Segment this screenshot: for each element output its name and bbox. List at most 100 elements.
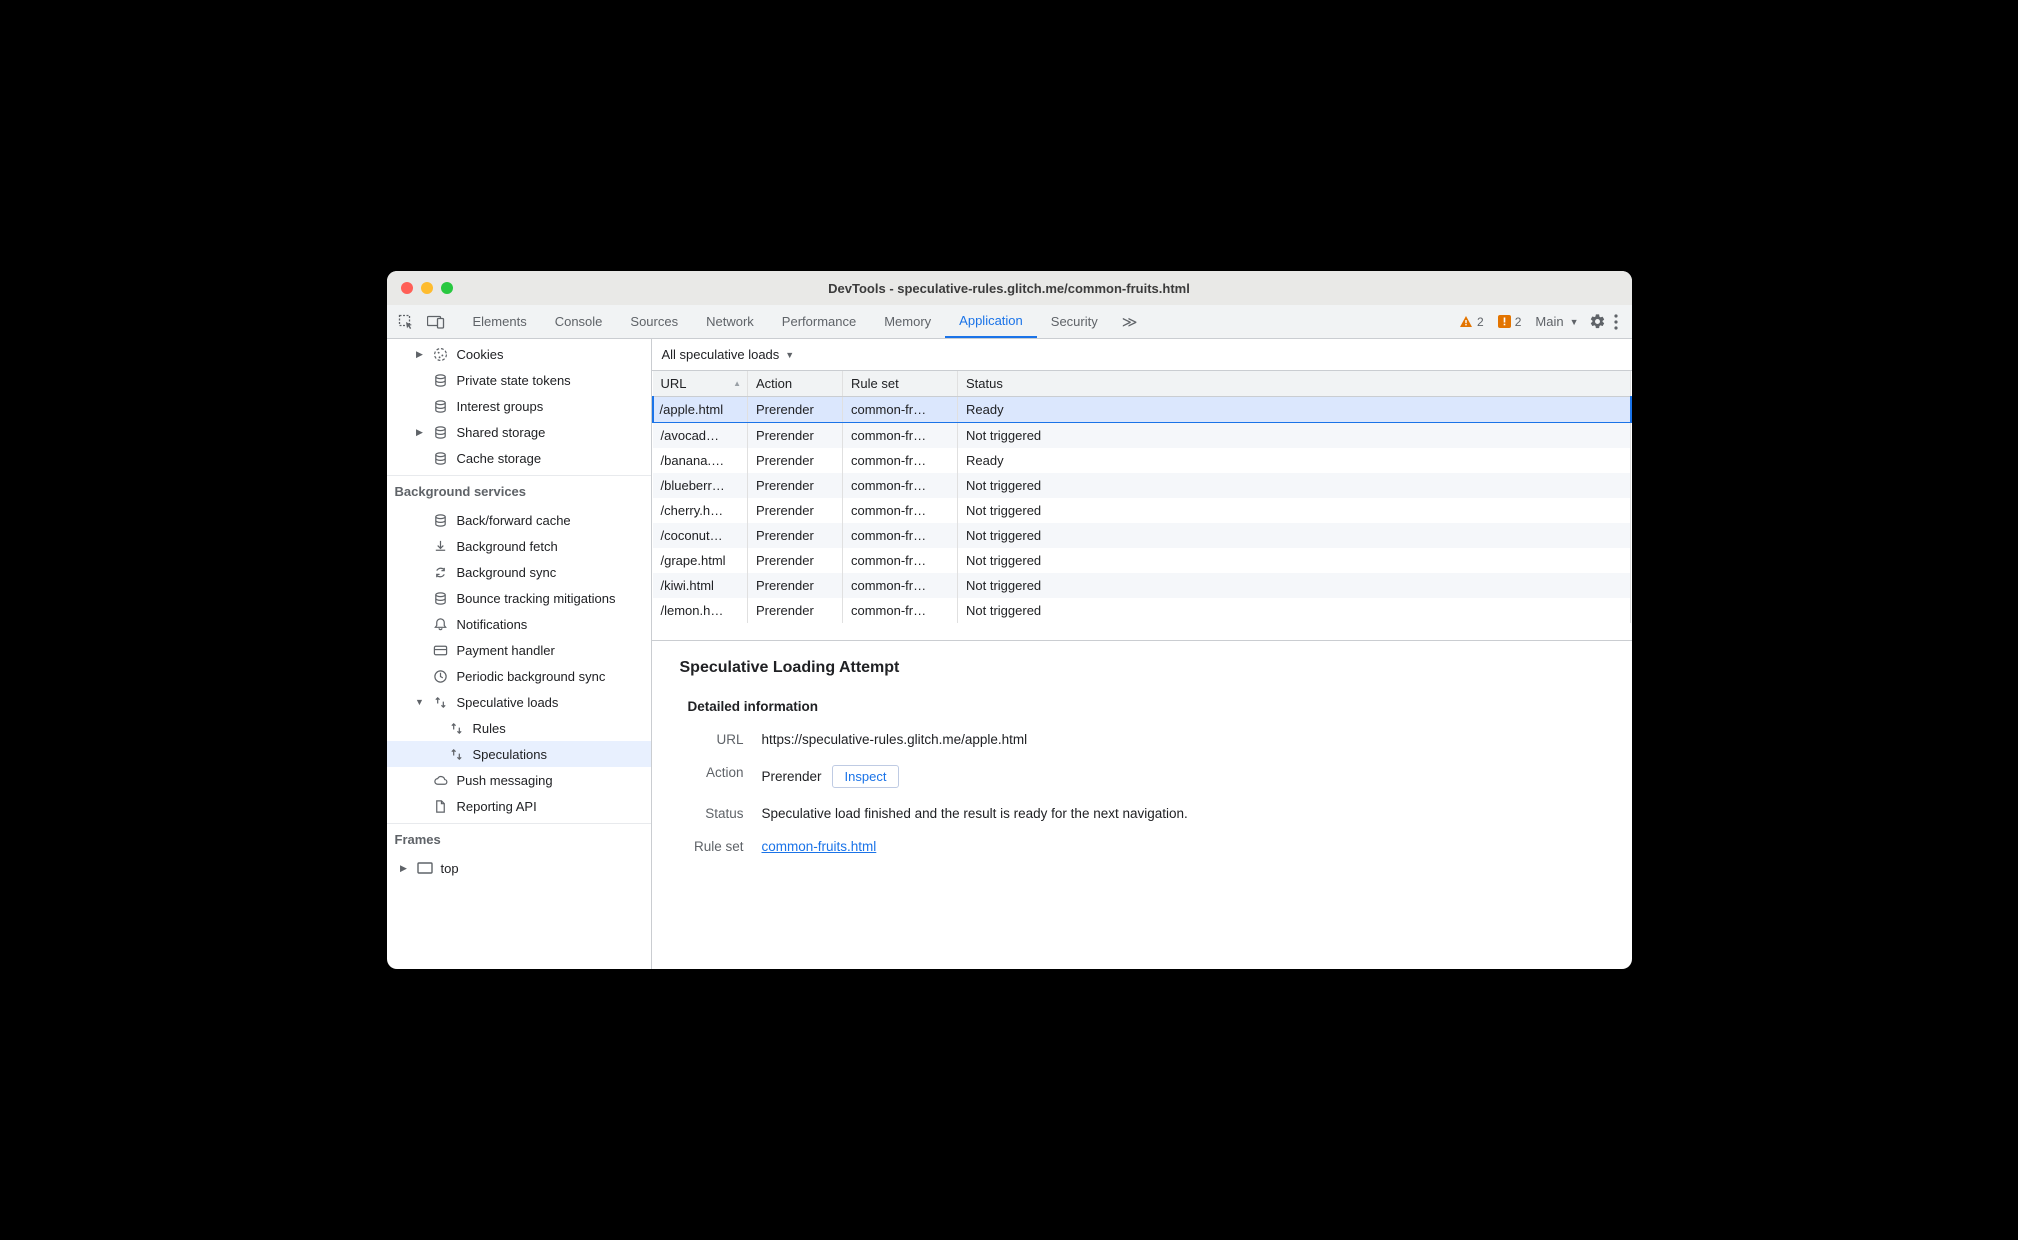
sidebar-item[interactable]: Back/forward cache [387,507,651,533]
issue-icon [1498,315,1511,328]
sidebar-category: Background services [387,475,651,507]
bell-icon [433,616,449,632]
device-toolbar-icon[interactable] [421,307,451,337]
sidebar-item-label: Speculations [473,747,547,762]
cell-url: /blueberr… [653,473,748,498]
inspect-element-icon[interactable] [391,307,421,337]
speculations-table: URL Action Rule set Status /apple.htmlPr… [652,371,1632,641]
detail-url-value: https://speculative-rules.glitch.me/appl… [762,732,1604,747]
sidebar-item-label: Reporting API [457,799,537,814]
context-label: Main [1535,314,1563,329]
sync-icon [433,564,449,580]
tab-network[interactable]: Network [692,305,768,338]
col-header-ruleset[interactable]: Rule set [843,371,958,397]
tab-application[interactable]: Application [945,305,1037,338]
sidebar-item[interactable]: Reporting API [387,793,651,819]
cell-action: Prerender [748,523,843,548]
table-row[interactable]: /avocad…Prerendercommon-fr…Not triggered [653,423,1631,449]
col-header-status[interactable]: Status [958,371,1631,397]
col-header-url[interactable]: URL [653,371,748,397]
sidebar-item[interactable]: ▶top [387,855,651,881]
tab-sources[interactable]: Sources [616,305,692,338]
sidebar-item[interactable]: Periodic background sync [387,663,651,689]
sidebar-item-label: Cookies [457,347,504,362]
cell-status: Not triggered [958,548,1631,573]
sidebar-item[interactable]: Notifications [387,611,651,637]
cell-url: /avocad… [653,423,748,449]
sidebar-item[interactable]: Background sync [387,559,651,585]
tab-elements[interactable]: Elements [459,305,541,338]
cell-ruleset: common-fr… [843,473,958,498]
sidebar-item[interactable]: Speculations [387,741,651,767]
table-row[interactable]: /kiwi.htmlPrerendercommon-fr…Not trigger… [653,573,1631,598]
cell-ruleset: common-fr… [843,448,958,473]
sidebar-item-label: Interest groups [457,399,544,414]
cell-url: /banana.… [653,448,748,473]
col-header-action[interactable]: Action [748,371,843,397]
sidebar-item-label: Shared storage [457,425,546,440]
more-menu-icon[interactable] [1614,314,1618,330]
sidebar-item[interactable]: Cache storage [387,445,651,471]
table-row[interactable]: /grape.htmlPrerendercommon-fr…Not trigge… [653,548,1631,573]
filter-bar[interactable]: All speculative loads ▼ [652,339,1632,371]
inspect-button[interactable]: Inspect [832,765,900,788]
cell-ruleset: common-fr… [843,548,958,573]
tab-security[interactable]: Security [1037,305,1112,338]
updown-icon [449,720,465,736]
tab-performance[interactable]: Performance [768,305,870,338]
sidebar-item[interactable]: Payment handler [387,637,651,663]
issues-count: 2 [1515,315,1522,329]
context-selector[interactable]: Main ▼ [1535,314,1578,329]
cell-action: Prerender [748,573,843,598]
clock-icon [433,668,449,684]
cell-ruleset: common-fr… [843,598,958,623]
warnings-badge[interactable]: 2 [1459,315,1484,329]
table-row[interactable]: /cherry.h…Prerendercommon-fr…Not trigger… [653,498,1631,523]
sidebar-item[interactable]: ▶Shared storage [387,419,651,445]
cell-url: /kiwi.html [653,573,748,598]
doc-icon [433,798,449,814]
issues-badge[interactable]: 2 [1498,315,1522,329]
sidebar-item[interactable]: Push messaging [387,767,651,793]
sidebar-item[interactable]: ▶Cookies [387,341,651,367]
sidebar-item-label: Rules [473,721,506,736]
cell-action: Prerender [748,598,843,623]
cell-ruleset: common-fr… [843,423,958,449]
cell-ruleset: common-fr… [843,523,958,548]
detail-status-label: Status [688,806,744,821]
db-icon [433,424,449,440]
cell-status: Not triggered [958,473,1631,498]
application-sidebar: ▶CookiesPrivate state tokens Interest gro… [387,339,652,969]
panel-body: ▶CookiesPrivate state tokens Interest gro… [387,339,1632,969]
chevron-down-icon: ▼ [1570,317,1579,327]
cell-action: Prerender [748,448,843,473]
cell-ruleset: common-fr… [843,397,958,423]
tab-console[interactable]: Console [541,305,617,338]
sidebar-item[interactable]: Private state tokens [387,367,651,393]
table-row[interactable]: /coconut…Prerendercommon-fr…Not triggere… [653,523,1631,548]
cell-action: Prerender [748,548,843,573]
tabs-overflow-icon[interactable]: ≫ [1112,305,1148,338]
detail-ruleset-link[interactable]: common-fruits.html [762,839,877,854]
sidebar-item-label: Notifications [457,617,528,632]
table-row[interactable]: /banana.…Prerendercommon-fr…Ready [653,448,1631,473]
cell-url: /cherry.h… [653,498,748,523]
sidebar-item[interactable]: Interest groups [387,393,651,419]
table-row[interactable]: /apple.htmlPrerendercommon-fr…Ready [653,397,1631,423]
sidebar-item[interactable]: Bounce tracking mitigations [387,585,651,611]
table-row[interactable]: /blueberr…Prerendercommon-fr…Not trigger… [653,473,1631,498]
table-row[interactable]: /lemon.h…Prerendercommon-fr…Not triggere… [653,598,1631,623]
cell-url: /grape.html [653,548,748,573]
warnings-count: 2 [1477,315,1484,329]
sidebar-item[interactable]: Rules [387,715,651,741]
cell-status: Ready [958,397,1631,423]
window-title: DevTools - speculative-rules.glitch.me/c… [387,281,1632,296]
tab-memory[interactable]: Memory [870,305,945,338]
sidebar-item[interactable]: Background fetch [387,533,651,559]
settings-icon[interactable] [1589,313,1606,330]
sidebar-item[interactable]: ▼Speculative loads [387,689,651,715]
detail-url-label: URL [688,732,744,747]
cloud-icon [433,772,449,788]
filter-label: All speculative loads [662,347,780,362]
cell-action: Prerender [748,498,843,523]
